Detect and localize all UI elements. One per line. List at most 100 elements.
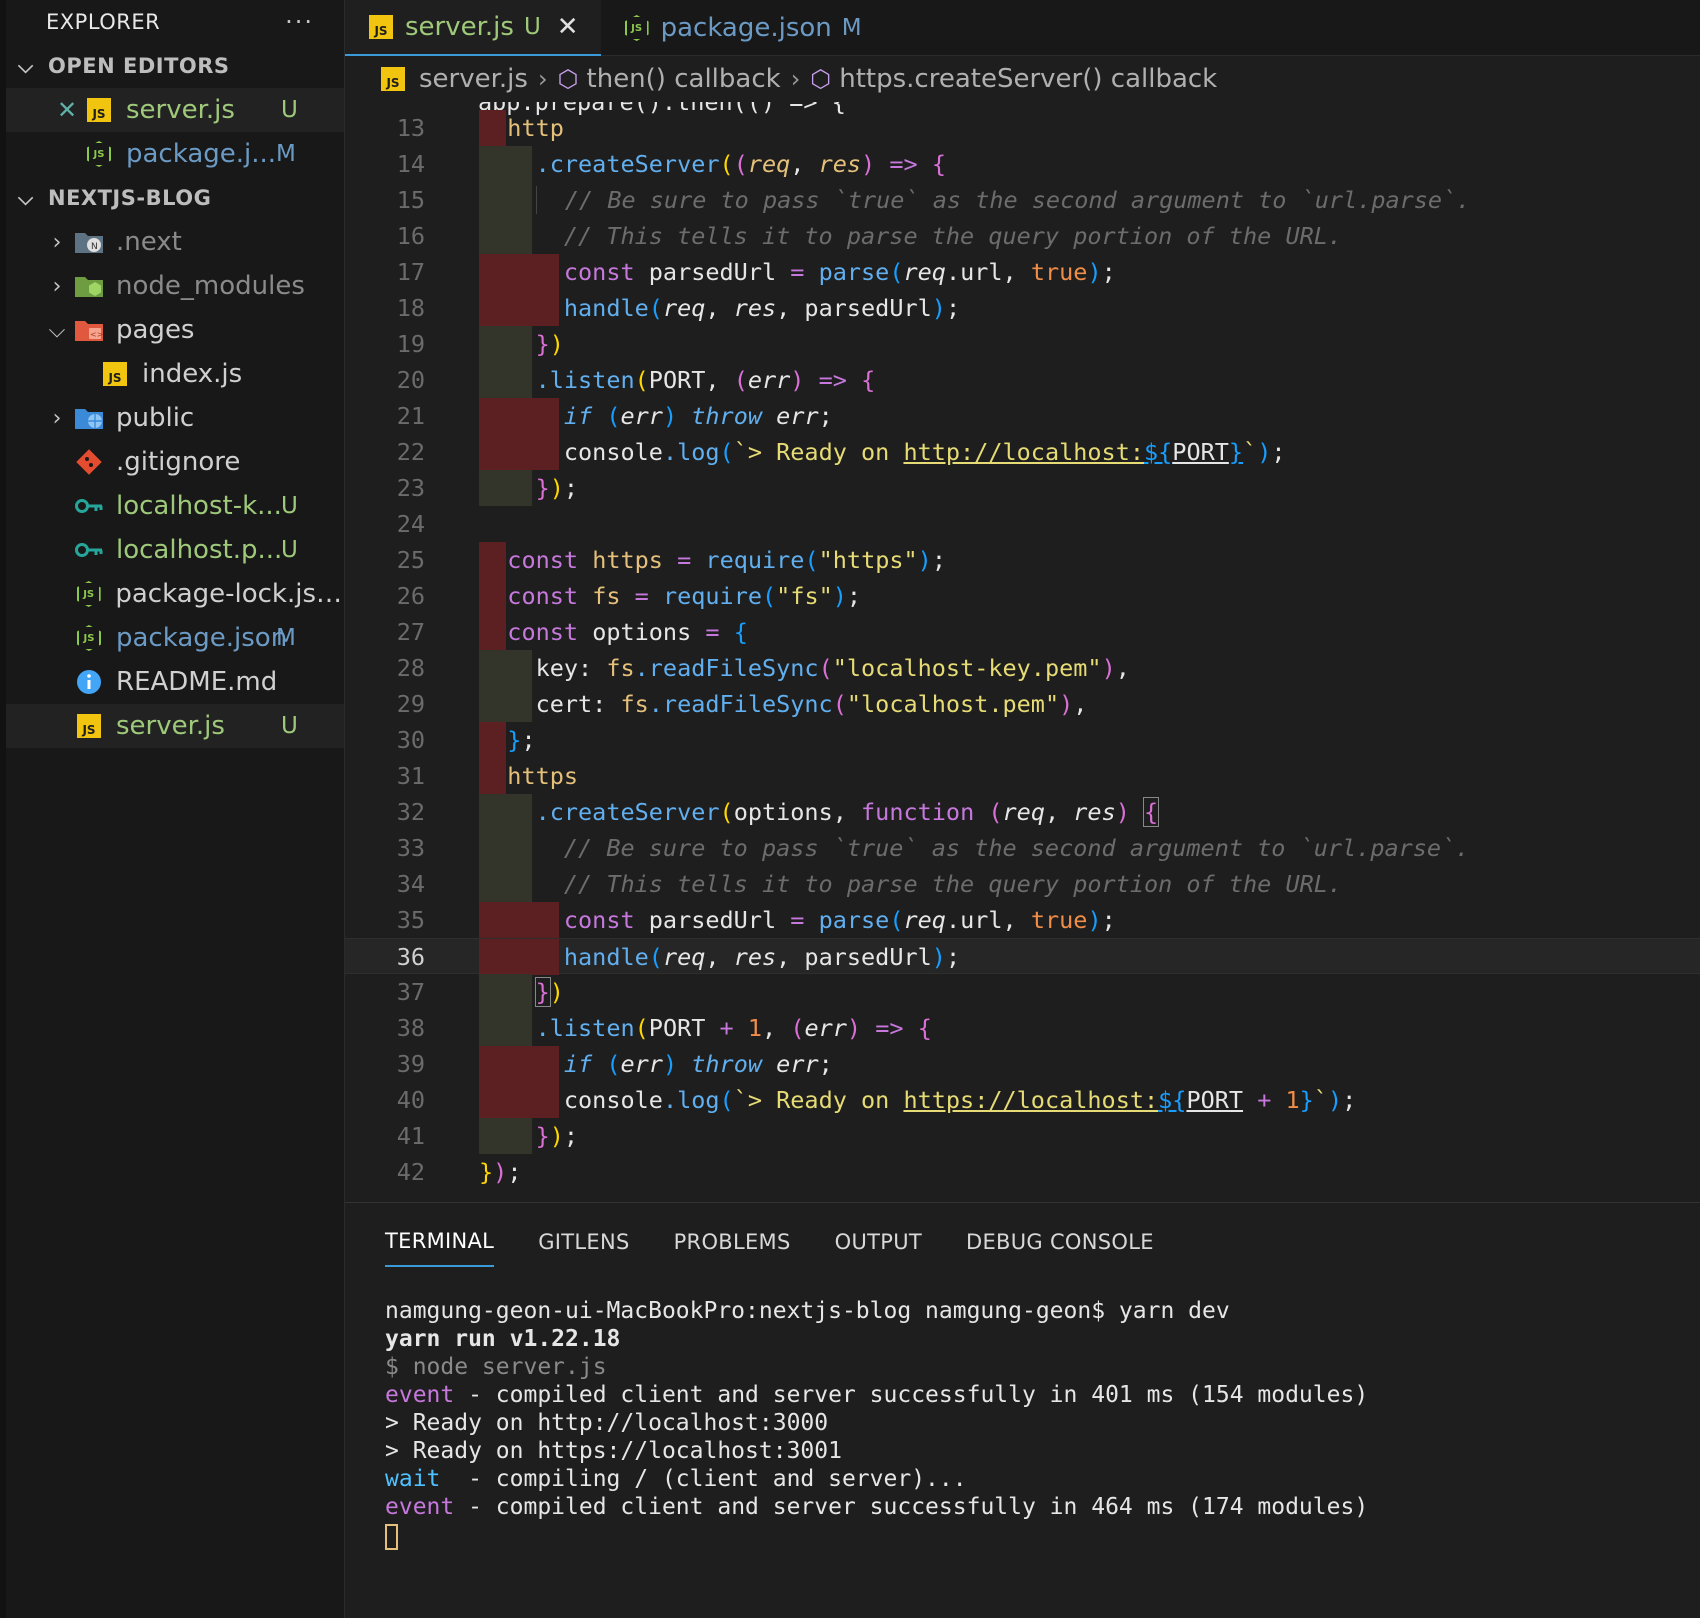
tree-item-node-modules[interactable]: › node_modules [6,264,344,308]
line-number: 42 [396,1158,425,1186]
tab-server-js[interactable]: JS server.js U ✕ [345,0,601,56]
code-line: 24 [345,506,1700,542]
line-number: 35 [396,906,425,934]
modified-badge: M [276,625,296,651]
tab-output[interactable]: OUTPUT [835,1220,922,1266]
public-folder-icon [72,403,106,433]
tree-item-label: .next [116,227,182,257]
code-line: 42}); [345,1154,1700,1190]
tree-item-server-js[interactable]: JS server.js U [6,704,344,748]
tree-item-label: public [116,403,195,433]
terminal-cursor [385,1523,398,1550]
tree-item-index-js[interactable]: JS index.js [6,352,344,396]
modified-badge: M [841,15,862,41]
code-text: }); [535,474,579,502]
wait-text: - compiling / (client and server)... [440,1466,967,1492]
code-line: 35 const parsedUrl = parse(req.url, true… [345,902,1700,938]
code-line: 19 }) [345,326,1700,362]
code-text: const parsedUrl = parse(req.url, true); [563,906,1116,934]
line-number: 19 [396,330,425,358]
code-text: handle(req, res, parsedUrl); [563,294,961,322]
tree-item-label: package.json [116,623,288,653]
nodejs-icon: JS [82,139,116,169]
open-editor-label: server.js [126,95,235,125]
chevron-down-icon: ⌵ [48,317,66,343]
terminal-line: > Ready on https://localhost:3001 [385,1438,842,1464]
breadcrumb-item-then[interactable]: then() callback [587,64,781,94]
close-icon[interactable]: ✕ [557,12,579,42]
code-line: 23 }); [345,470,1700,506]
chevron-right-icon: › [52,229,62,255]
line-number: 41 [396,1122,425,1150]
terminal-line: event - compiled client and server succe… [385,1381,1700,1409]
tree-item-pages[interactable]: ⌵ <> pages [6,308,344,352]
open-editors-header[interactable]: ⌵ OPEN EDITORS [6,44,344,88]
line-number: 27 [396,618,425,646]
code-text: key: fs.readFileSync("localhost-key.pem"… [479,654,1130,682]
cube-icon: ⬡ [557,65,579,93]
chevron-right-icon: › [52,405,62,431]
line-number: 40 [396,1086,425,1114]
line-number: 15 [396,186,425,214]
code-text: // This tells it to parse the query port… [563,870,1343,898]
explorer-sidebar: EXPLORER ··· ⌵ OPEN EDITORS ✕ JS server.… [0,0,345,1618]
code-editor[interactable]: app.prepare().then(() => { 13 http 14 .cr… [345,102,1700,1202]
tree-item-next[interactable]: › N .next [6,220,344,264]
line-number: 29 [396,690,425,718]
chevron-right-icon: › [537,65,548,93]
breadcrumb-item-create-server[interactable]: https.createServer() callback [839,64,1217,94]
code-text: handle(req, res, parsedUrl); [563,943,961,971]
terminal[interactable]: namgung-geon-ui-MacBookPro:nextjs-blog n… [345,1283,1700,1550]
code-line: 27 const options = { [345,614,1700,650]
code-text: console.log(`> Ready on https://localhos… [479,1086,1357,1114]
cube-icon: ⬡ [810,65,832,93]
close-icon[interactable]: ✕ [52,96,82,124]
tree-item-gitignore[interactable]: .gitignore [6,440,344,484]
key-icon [72,491,106,521]
git-icon [72,447,106,477]
tab-package-json[interactable]: JS package.json M [601,0,884,56]
terminal-cursor-line [385,1521,1700,1550]
tab-problems[interactable]: PROBLEMS [674,1220,791,1266]
tree-item-readme[interactable]: README.md [6,660,344,704]
code-line: 25 const https = require("https"); [345,542,1700,578]
project-title: NEXTJS-BLOG [48,186,212,210]
chevron-right-icon: › [52,273,62,299]
project-header[interactable]: ⌵ NEXTJS-BLOG [6,176,344,220]
line-number: 16 [396,222,425,250]
tree-item-localhost-pem[interactable]: localhost.p... U [6,528,344,572]
terminal-line: event - compiled client and server succe… [385,1493,1700,1521]
code-line: 30 }; [345,722,1700,758]
tree-item-package-json[interactable]: JS package.json M [6,616,344,660]
code-line: 41 }); [345,1118,1700,1154]
modified-badge: M [276,141,296,167]
tree-item-public[interactable]: › public [6,396,344,440]
terminal-line: namgung-geon-ui-MacBookPro:nextjs-blog n… [385,1298,1230,1324]
open-editors-title: OPEN EDITORS [48,54,230,78]
explorer-title: EXPLORER [46,10,161,34]
tree-item-localhost-key[interactable]: localhost-k... U [6,484,344,528]
code-text: http [507,114,564,142]
open-editor-package-json[interactable]: JS package.j... M [6,132,344,176]
untracked-badge: U [523,14,541,40]
code-text: if (err) throw err; [563,402,833,430]
tree-item-package-lock-json[interactable]: JS package-lock.json [6,572,344,616]
open-editor-server-js[interactable]: ✕ JS server.js U [6,88,344,132]
svg-text:N: N [91,242,98,252]
code-line: 14 .createServer((req, res) => { [345,146,1700,182]
tree-item-label: localhost.p... [116,535,283,565]
code-line: 29 cert: fs.readFileSync("localhost.pem"… [345,686,1700,722]
more-actions-icon[interactable]: ··· [285,8,314,36]
tab-debug-console[interactable]: DEBUG CONSOLE [966,1220,1154,1266]
js-icon: JS [98,359,132,389]
tab-gitlens[interactable]: GITLENS [538,1220,629,1266]
bottom-panel: TERMINAL GITLENS PROBLEMS OUTPUT DEBUG C… [345,1202,1700,1618]
code-line: 22 console.log(`> Ready on http://localh… [345,434,1700,470]
code-line: 18 handle(req, res, parsedUrl); [345,290,1700,326]
code-line: 37 }) [345,974,1700,1010]
breadcrumb-item-file[interactable]: server.js [419,64,528,94]
tab-terminal[interactable]: TERMINAL [385,1219,495,1267]
explorer-header: EXPLORER ··· [6,0,344,44]
line-number: 31 [396,762,425,790]
code-line: 40 console.log(`> Ready on https://local… [345,1082,1700,1118]
